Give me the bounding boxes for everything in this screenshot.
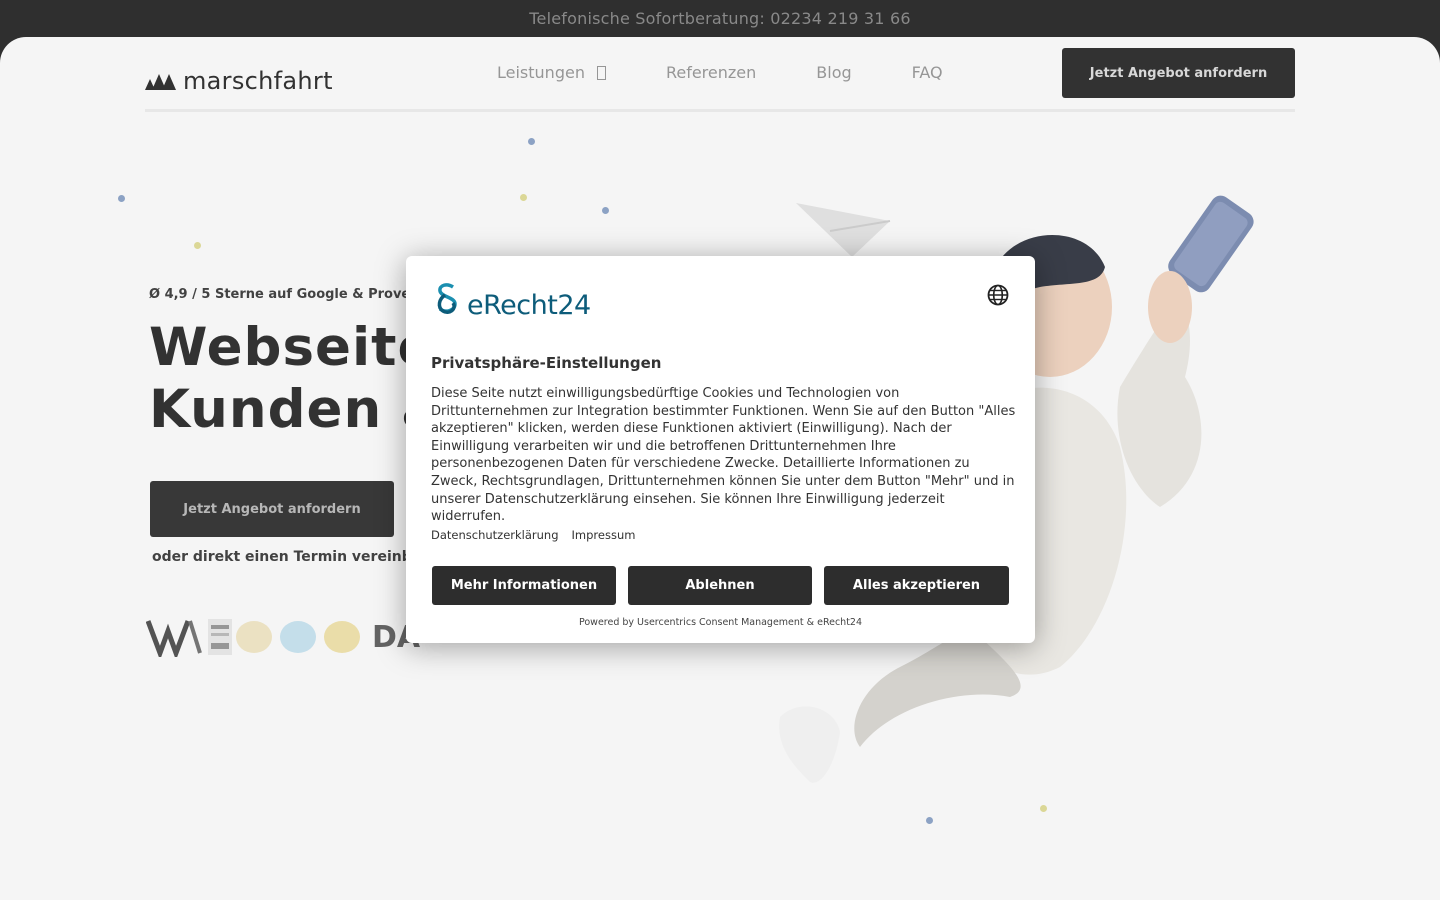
erecht24-logo-text: eRecht24 — [467, 290, 591, 321]
consent-dialog: eRecht24 Privatsphäre-Einstellungen Dies… — [406, 256, 1035, 643]
more-info-button[interactable]: Mehr Informationen — [432, 566, 616, 605]
privacy-policy-link[interactable]: Datenschutzerklärung — [431, 528, 559, 542]
imprint-link[interactable]: Impressum — [572, 528, 636, 542]
consent-buttons: Mehr Informationen Ablehnen Alles akzept… — [432, 566, 1009, 605]
consent-description: Diese Seite nutzt einwilligungsbedürftig… — [431, 386, 1016, 525]
consent-title: Privatsphäre-Einstellungen — [431, 354, 662, 372]
accept-all-button[interactable]: Alles akzeptieren — [824, 566, 1009, 605]
language-globe-icon[interactable] — [987, 284, 1009, 306]
consent-links: Datenschutzerklärung Impressum — [431, 528, 648, 542]
deny-button[interactable]: Ablehnen — [628, 566, 812, 605]
erecht24-logo: eRecht24 — [431, 281, 591, 321]
powered-by-text: Powered by Usercentrics Consent Manageme… — [578, 617, 863, 628]
erecht24-section-icon — [437, 283, 457, 315]
